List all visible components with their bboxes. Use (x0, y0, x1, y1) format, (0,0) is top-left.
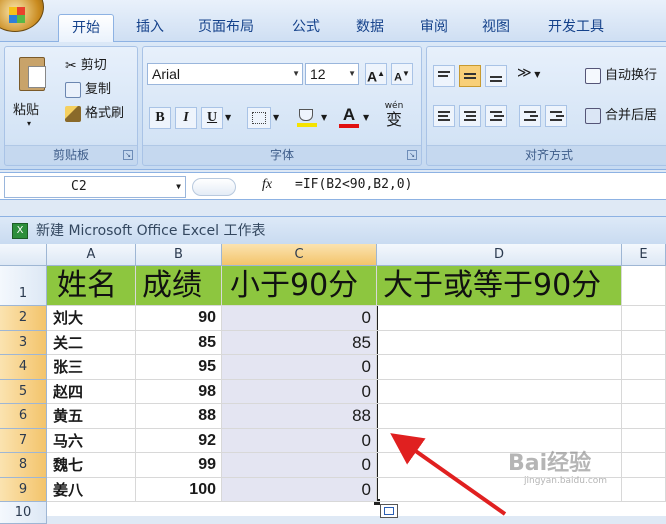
annotation-arrow (390, 433, 507, 516)
baidu-watermark: Bai经验 (508, 451, 592, 476)
baidu-watermark-url: jingyan.baidu.com (524, 476, 608, 486)
